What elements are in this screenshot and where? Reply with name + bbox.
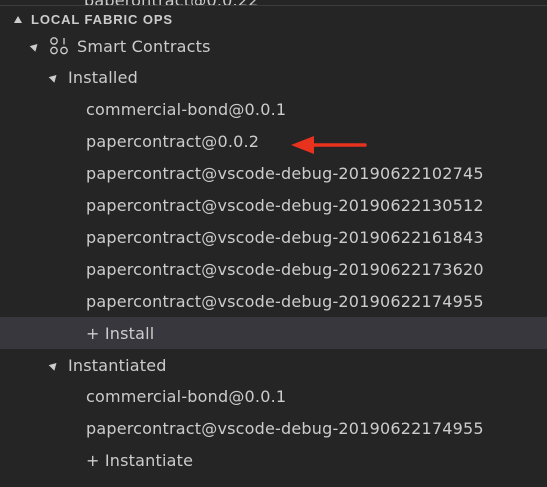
instantiated-contract-item[interactable]: commercial-bond@0.0.1: [0, 380, 547, 412]
tree-item-label: Smart Contracts: [77, 36, 211, 56]
contract-label: papercontract@vscode-debug-2019062217495…: [86, 291, 484, 311]
instantiate-label: + Instantiate: [86, 450, 194, 470]
contract-label: papercontract@vscode-debug-2019062216184…: [86, 227, 484, 247]
contract-label: papercontract@vscode-debug-2019062217495…: [86, 418, 484, 438]
tree-item-smart-contracts[interactable]: Smart Contracts: [0, 30, 547, 62]
installed-contract-item[interactable]: commercial-bond@0.0.1: [0, 93, 547, 125]
installed-contract-item[interactable]: papercontract@0.0.2: [0, 125, 547, 157]
contract-label: papercontract@0.0.2: [86, 131, 260, 151]
expand-twisty-icon[interactable]: [48, 359, 60, 371]
section-header-local-fabric-ops[interactable]: LOCAL FABRIC OPS: [0, 5, 547, 32]
install-label: + Install: [86, 323, 155, 343]
contract-label: commercial-bond@0.0.1: [86, 99, 287, 119]
expand-twisty-icon[interactable]: [48, 71, 60, 83]
section-title: LOCAL FABRIC OPS: [31, 11, 174, 27]
explorer-panel: paperontract@0.0.22 LOCAL FABRIC OPS Sma…: [0, 0, 547, 487]
collapse-caret-icon[interactable]: [14, 15, 22, 23]
contract-label: papercontract@vscode-debug-2019062210274…: [86, 163, 484, 183]
expand-twisty-icon[interactable]: [29, 40, 41, 52]
installed-contract-item[interactable]: papercontract@vscode-debug-2019062213051…: [0, 189, 547, 221]
smart-contracts-icon: [50, 37, 68, 55]
contract-label: papercontract@vscode-debug-2019062213051…: [86, 195, 484, 215]
installed-contract-item[interactable]: papercontract@vscode-debug-2019062216184…: [0, 221, 547, 253]
red-arrow-icon: [291, 136, 367, 154]
tree-item-label: Instantiated: [68, 355, 167, 375]
installed-contract-item[interactable]: papercontract@vscode-debug-2019062217495…: [0, 285, 547, 317]
install-action-item[interactable]: + Install: [0, 317, 547, 349]
installed-contract-item[interactable]: papercontract@vscode-debug-2019062217362…: [0, 253, 547, 285]
contract-label: commercial-bond@0.0.1: [86, 386, 287, 406]
tree-item-installed[interactable]: Installed: [0, 61, 547, 93]
tree-item-label: Installed: [68, 67, 138, 87]
instantiate-action-item[interactable]: + Instantiate: [0, 444, 547, 476]
tree-item-instantiated[interactable]: Instantiated: [0, 349, 547, 381]
instantiated-contract-item[interactable]: papercontract@vscode-debug-2019062217495…: [0, 412, 547, 444]
installed-contract-item[interactable]: papercontract@vscode-debug-2019062210274…: [0, 157, 547, 189]
contract-label: papercontract@vscode-debug-2019062217362…: [86, 259, 484, 279]
